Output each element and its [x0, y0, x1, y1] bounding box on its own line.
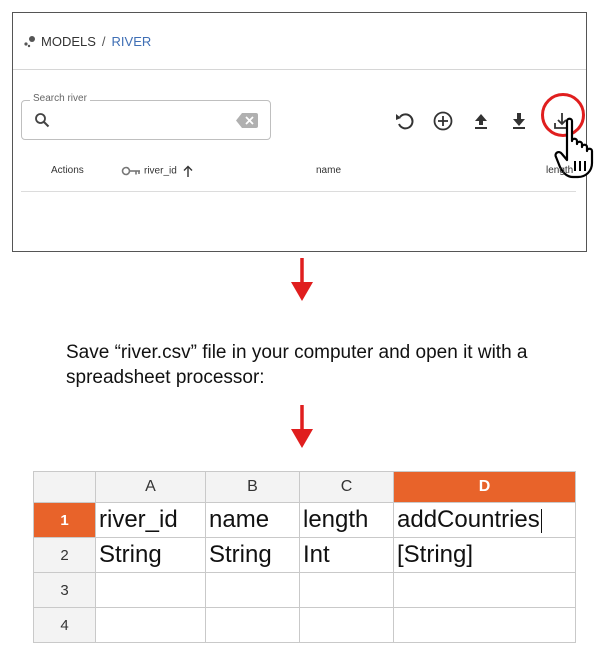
text-caret	[540, 508, 542, 533]
cell-a4[interactable]	[95, 607, 206, 643]
undo-button[interactable]	[393, 109, 417, 133]
down-arrow-icon	[291, 405, 313, 448]
breadcrumb: MODELS / RIVER	[13, 13, 586, 70]
sheet-row: 3	[33, 572, 576, 608]
cell-c3[interactable]	[299, 572, 394, 608]
row-header-1[interactable]: 1	[33, 502, 96, 538]
add-circle-icon	[433, 111, 453, 131]
cell-b2[interactable]: String	[205, 537, 300, 573]
row-header-3[interactable]: 3	[33, 572, 96, 608]
undo-icon	[396, 113, 414, 130]
sheet-row: 1 river_id name length addCountries	[33, 502, 576, 538]
cell-d2[interactable]: [String]	[393, 537, 576, 573]
column-header-b[interactable]: B	[205, 471, 300, 503]
cell-d4[interactable]	[393, 607, 576, 643]
column-header-river-id[interactable]: river_id	[121, 165, 193, 177]
cell-d1-text: addCountries	[397, 506, 540, 533]
cell-a1[interactable]: river_id	[95, 502, 206, 538]
search-input[interactable]: Search river	[21, 93, 271, 140]
cell-a3[interactable]	[95, 572, 206, 608]
download-icon	[513, 113, 525, 129]
app-panel: MODELS / RIVER Search river Actions rive…	[12, 12, 594, 252]
column-header-name[interactable]: name	[316, 165, 341, 176]
search-icon	[35, 113, 50, 128]
sort-ascending-icon[interactable]	[183, 165, 193, 177]
column-header-a[interactable]: A	[95, 471, 206, 503]
upload-button[interactable]	[469, 109, 493, 133]
upload-icon	[475, 114, 487, 129]
cell-b3[interactable]	[205, 572, 300, 608]
instruction-caption: Save “river.csv” file in your computer a…	[66, 342, 528, 388]
column-header-d[interactable]: D	[393, 471, 576, 503]
search-label: Search river	[30, 93, 90, 104]
cell-c1[interactable]: length	[299, 502, 394, 538]
column-header-row: A B C D	[33, 471, 576, 503]
down-arrow-icon	[291, 258, 313, 301]
breadcrumb-models[interactable]: MODELS	[41, 34, 96, 49]
cell-b4[interactable]	[205, 607, 300, 643]
sheet-row: 4	[33, 607, 576, 643]
row-header-2[interactable]: 2	[33, 537, 96, 573]
breadcrumb-separator: /	[101, 33, 106, 49]
cell-d3[interactable]	[393, 572, 576, 608]
key-icon	[121, 166, 140, 176]
sheet-row: 2 String String Int [String]	[33, 537, 576, 573]
corner-cell[interactable]	[33, 471, 96, 503]
column-header-length[interactable]: length	[546, 165, 573, 176]
table-header: Actions river_id name length	[21, 153, 576, 192]
download-button[interactable]	[507, 109, 531, 133]
column-label-river-id: river_id	[144, 165, 177, 177]
add-button[interactable]	[431, 109, 455, 133]
spreadsheet-grid: A B C D 1 river_id name length addCountr…	[33, 471, 576, 643]
cell-c4[interactable]	[299, 607, 394, 643]
column-header-actions: Actions	[51, 165, 84, 176]
models-icon	[24, 36, 35, 48]
cell-d1[interactable]: addCountries	[393, 502, 576, 538]
cell-a2[interactable]: String	[95, 537, 206, 573]
column-header-c[interactable]: C	[299, 471, 394, 503]
cell-b1[interactable]: name	[205, 502, 300, 538]
clear-search-icon[interactable]	[236, 113, 258, 128]
breadcrumb-river[interactable]: RIVER	[112, 34, 152, 49]
cell-c2[interactable]: Int	[299, 537, 394, 573]
row-header-4[interactable]: 4	[33, 607, 96, 643]
